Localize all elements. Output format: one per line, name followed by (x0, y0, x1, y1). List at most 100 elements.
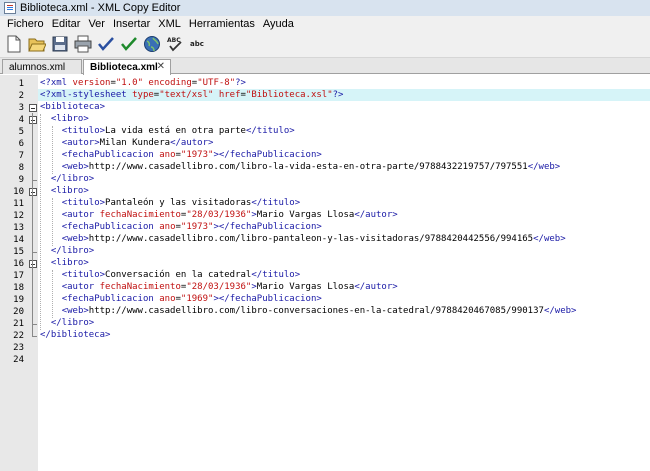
code-line[interactable]: </libro> (38, 245, 650, 257)
menu-xml[interactable]: XML (154, 18, 185, 30)
code-line[interactable]: <autor fechaNacimiento="28/03/1936">Mari… (38, 281, 650, 293)
line-number: 8 (18, 163, 24, 173)
line-number: 4 (18, 115, 24, 125)
fold-toggle-icon[interactable] (29, 260, 37, 268)
code-token: </autor> (354, 282, 398, 292)
line-number: 3 (18, 103, 24, 113)
fold-toggle-icon[interactable] (29, 188, 37, 196)
code-line[interactable]: <fechaPublicacion ano="1973"></fechaPubl… (38, 149, 650, 161)
code-token: </titulo> (251, 198, 301, 208)
indent-guide (40, 114, 41, 330)
menu-bar: Fichero Editar Ver Insertar XML Herramie… (0, 16, 650, 31)
code-line[interactable]: <autor>Milan Kundera</autor> (38, 137, 650, 149)
new-document-icon[interactable] (4, 34, 24, 54)
fold-toggle-icon[interactable] (29, 104, 37, 112)
code-token: <autor> (61, 138, 100, 148)
code-token: xml (50, 78, 68, 88)
close-icon[interactable]: ✕ (157, 61, 165, 72)
code-token: http://www.casadellibro.com/libro-la-vid… (88, 162, 528, 172)
line-number: 7 (18, 151, 24, 161)
code-token: http://www.casadellibro.com/libro-conver… (88, 306, 544, 316)
toolbar: ABC abc (0, 31, 650, 58)
line-number: 17 (13, 271, 24, 281)
code-token: ></fechaPublicacion> (213, 150, 322, 160)
abc-check-label: abc (190, 40, 204, 48)
line-number: 9 (18, 175, 24, 185)
code-token: <? (40, 78, 51, 88)
menu-ver[interactable]: Ver (84, 18, 109, 30)
code-token: <titulo> (61, 126, 106, 136)
code-token: </autor> (170, 138, 214, 148)
tab-bar: alumnos.xml Biblioteca.xml ✕ (0, 58, 650, 75)
code-token: Conversación en la catedral (105, 270, 252, 280)
code-line[interactable]: <titulo>Pantaleón y las visitadoras</tit… (38, 197, 650, 209)
menu-insertar[interactable]: Insertar (109, 18, 154, 30)
code-line[interactable]: </libro> (38, 173, 650, 185)
code-line[interactable]: <fechaPublicacion ano="1973"></fechaPubl… (38, 221, 650, 233)
code-token: </autor> (354, 210, 398, 220)
code-token: <web> (61, 306, 89, 316)
code-token: <autor (61, 210, 95, 220)
code-line[interactable]: <web>http://www.casadellibro.com/libro-p… (38, 233, 650, 245)
menu-herramientas[interactable]: Herramientas (185, 18, 259, 30)
validate-icon[interactable] (119, 34, 139, 54)
abc-check-icon[interactable]: abc (188, 34, 208, 54)
line-number: 1 (18, 79, 24, 89)
fold-guide (32, 197, 33, 252)
code-token: fechaNacimiento (94, 282, 181, 292)
indent-guide (52, 126, 53, 174)
code-token: <web> (61, 162, 89, 172)
code-line[interactable]: <?xml-stylesheet type="text/xsl" href="B… (38, 89, 650, 101)
line-number: 19 (13, 295, 24, 305)
fold-toggle-icon[interactable] (29, 116, 37, 124)
code-line[interactable]: <libro> (38, 185, 650, 197)
code-token: <? (40, 90, 51, 100)
code-line[interactable]: <titulo>La vida está en otra parte</titu… (38, 125, 650, 137)
code-line[interactable]: </biblioteca> (38, 329, 650, 341)
window-title: Biblioteca.xml - XML Copy Editor (20, 2, 181, 14)
code-token: <fechaPublicacion (61, 150, 154, 160)
code-token: <web> (61, 234, 89, 244)
tab-alumnos[interactable]: alumnos.xml (2, 59, 82, 74)
code-line[interactable]: <web>http://www.casadellibro.com/libro-c… (38, 305, 650, 317)
code-token: encoding (142, 78, 192, 88)
code-line[interactable]: <titulo>Conversación en la catedral</tit… (38, 269, 650, 281)
spellcheck-icon[interactable]: ABC (165, 34, 185, 54)
print-icon[interactable] (73, 34, 93, 54)
code-line[interactable]: <web>http://www.casadellibro.com/libro-l… (38, 161, 650, 173)
line-number: 15 (13, 247, 24, 257)
code-token: ?> (235, 78, 246, 88)
code-line[interactable]: <libro> (38, 257, 650, 269)
code-line[interactable]: <biblioteca> (38, 101, 650, 113)
code-token: <biblioteca> (40, 102, 106, 112)
code-token: Milan Kundera (99, 138, 171, 148)
code-line[interactable]: <autor fechaNacimiento="28/03/1936">Mari… (38, 209, 650, 221)
code-token: href (213, 90, 241, 100)
browser-preview-icon[interactable] (142, 34, 162, 54)
tab-biblioteca[interactable]: Biblioteca.xml ✕ (83, 59, 171, 75)
menu-editar[interactable]: Editar (48, 18, 85, 30)
code-line[interactable]: <fechaPublicacion ano="1969"></fechaPubl… (38, 293, 650, 305)
code-line[interactable]: </libro> (38, 317, 650, 329)
open-folder-icon[interactable] (27, 34, 47, 54)
code-token: <libro> (50, 258, 89, 268)
code-token: xml-stylesheet (50, 90, 127, 100)
menu-ayuda[interactable]: Ayuda (259, 18, 298, 30)
save-icon[interactable] (50, 34, 70, 54)
check-wellformed-icon[interactable] (96, 34, 116, 54)
code-line[interactable] (38, 341, 650, 353)
code-token: </libro> (50, 246, 95, 256)
menu-fichero[interactable]: Fichero (3, 18, 48, 30)
code-line[interactable]: <?xml version="1.0" encoding="UTF-8"?> (38, 77, 650, 89)
code-editor[interactable]: 1 2 3 4 5 6 7 8 9 10 11 12 13 14 15 16 17 18 19 20 21 22 23 24 … (0, 75, 650, 471)
code-line[interactable] (38, 353, 650, 365)
code-token: ano (153, 150, 176, 160)
code-line[interactable]: <libro> (38, 113, 650, 125)
